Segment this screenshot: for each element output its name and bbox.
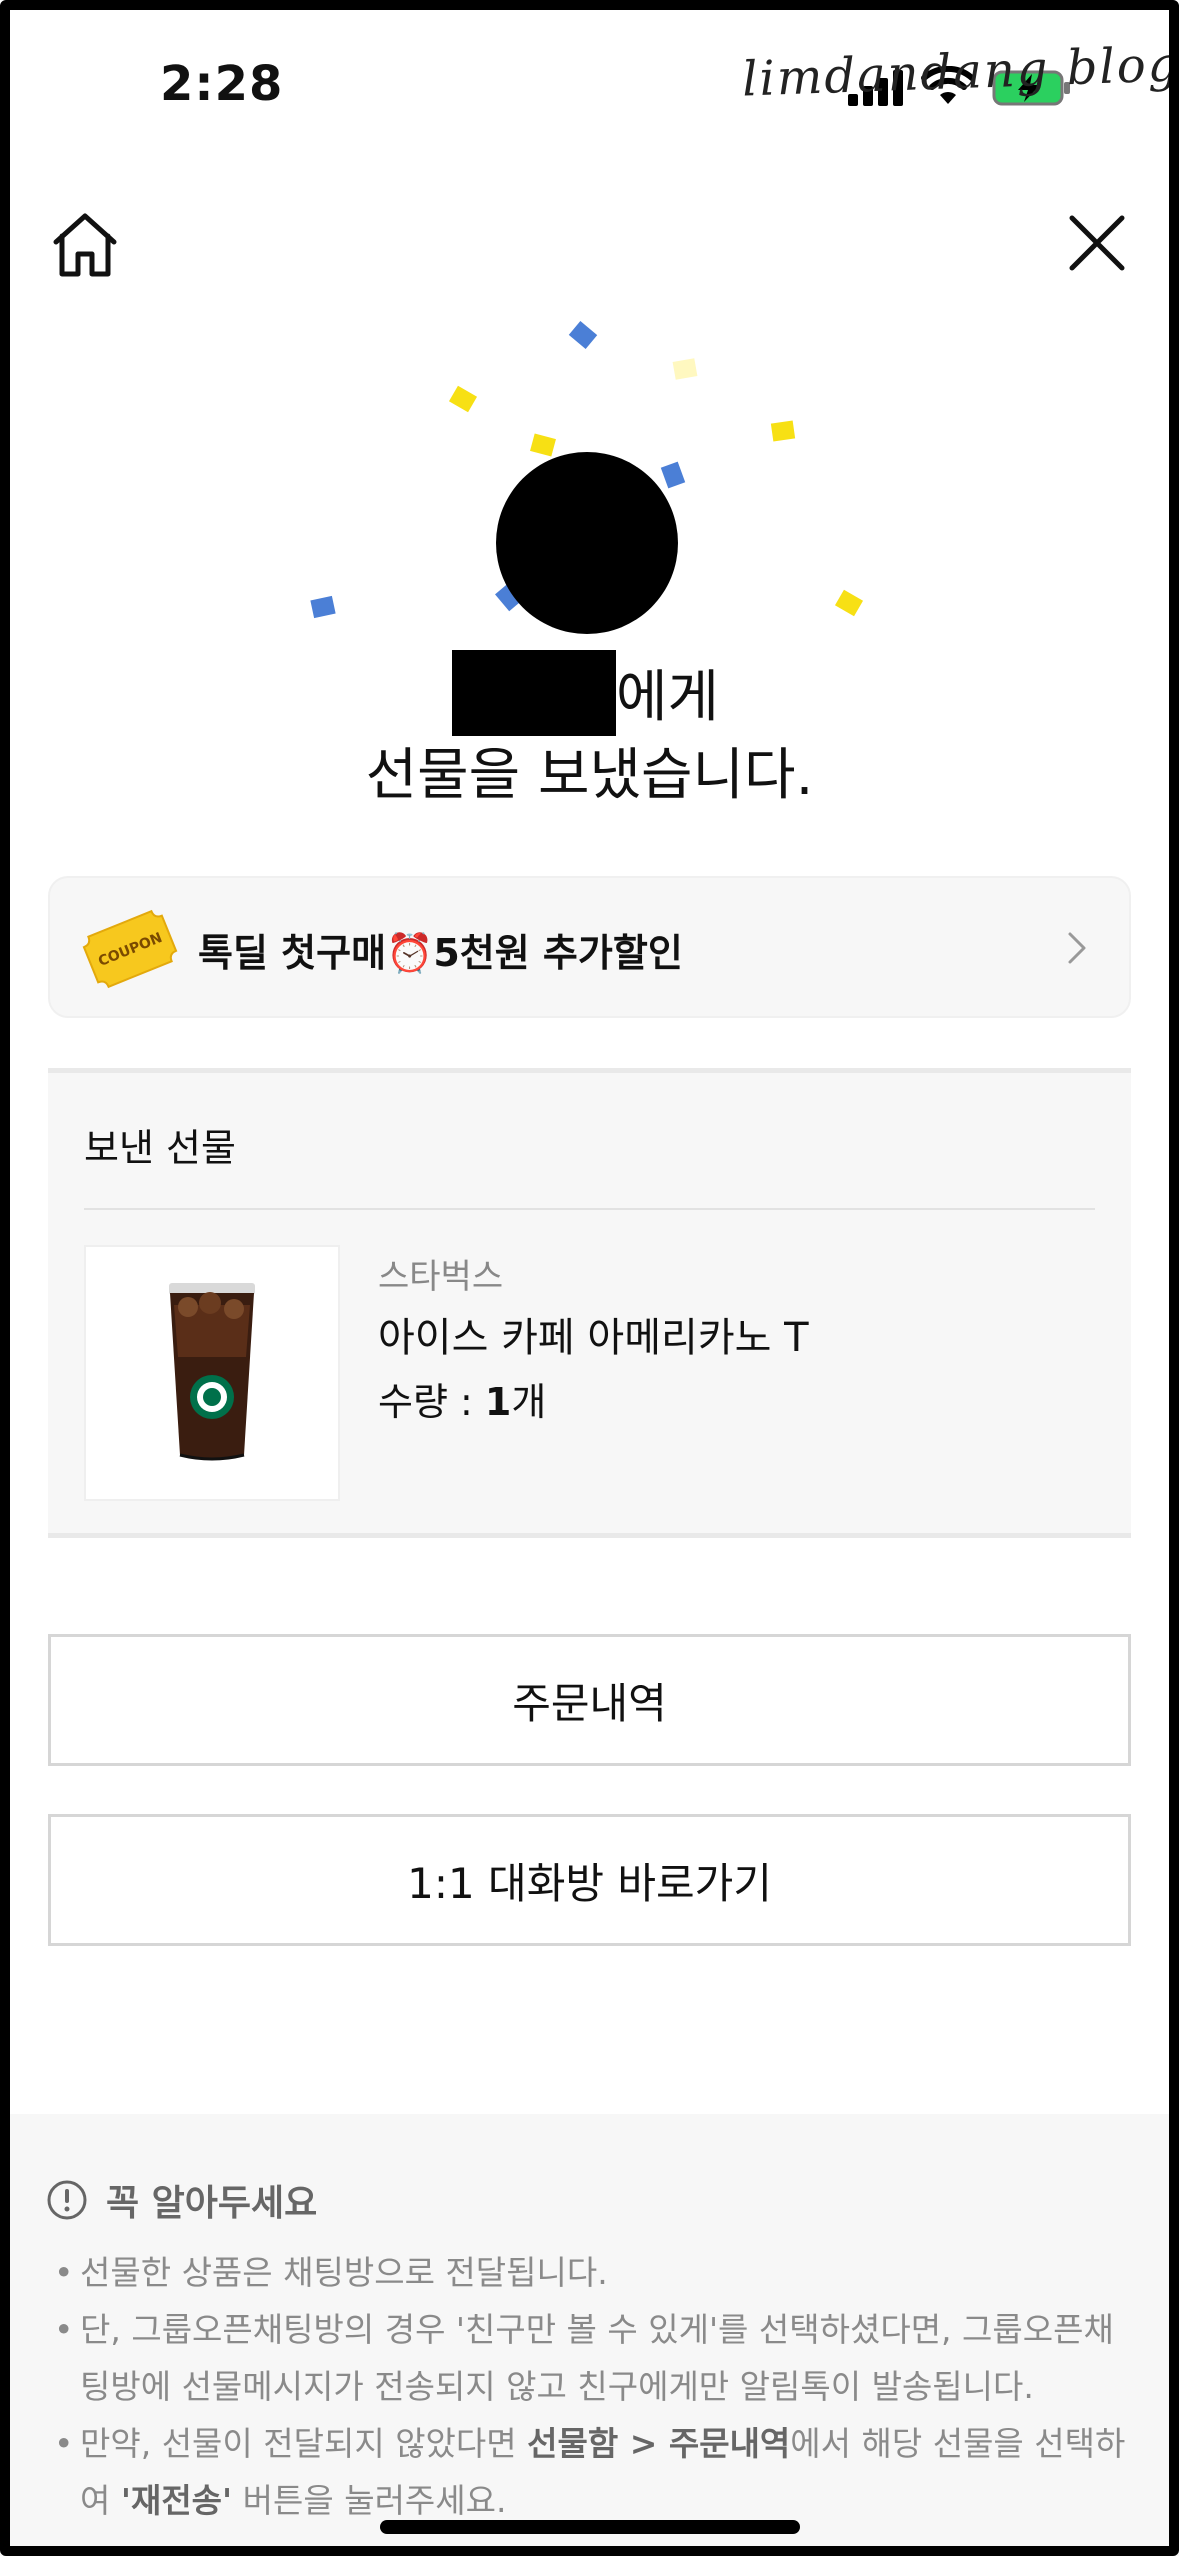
info-icon — [47, 2180, 87, 2220]
notice-header: 꼭 알아두세요 — [46, 2174, 317, 2226]
gift-name: 아이스 카페 아메리카노 T — [378, 1315, 809, 1361]
home-indicator — [380, 2520, 800, 2534]
notice-list: 선물한 상품은 채팅방으로 전달됩니다. 단, 그룹오픈채팅방의 경우 '친구만… — [54, 2244, 1134, 2529]
coupon-icon: COUPON — [82, 909, 178, 989]
chat-shortcut-label: 1:1 대화방 바로가기 — [407, 1858, 772, 1908]
home-icon[interactable] — [48, 208, 122, 282]
notice-item: 단, 그룹오픈채팅방의 경우 '친구만 볼 수 있게'를 선택하셨다면, 그룹오… — [54, 2301, 1134, 2415]
notice-item: 만약, 선물이 전달되지 않았다면 선물함 > 주문내역에서 해당 선물을 선택… — [54, 2415, 1134, 2529]
notice-emphasis: '재전송' — [120, 2481, 233, 2520]
divider — [84, 1208, 1095, 1210]
watermark: limdandang blog — [741, 36, 1179, 108]
confetti-piece — [834, 589, 864, 617]
close-icon[interactable] — [1062, 208, 1132, 278]
confetti-piece — [770, 420, 796, 442]
qty-value: 1 — [484, 1380, 512, 1424]
promo-banner[interactable]: COUPON 톡딜 첫구매⏰5천원 추가할인 — [48, 876, 1131, 1018]
recipient-suffix: 에게 — [616, 665, 720, 730]
sent-message: 선물을 보냈습니다. — [365, 743, 814, 808]
order-history-label: 주문내역 — [512, 1678, 667, 1728]
iced-americano-image — [169, 1283, 255, 1461]
gift-brand: 스타벅스 — [378, 1257, 504, 1297]
notice-section: 꼭 알아두세요 선물한 상품은 채팅방으로 전달됩니다. 단, 그룹오픈채팅방의… — [0, 2114, 1179, 2556]
sent-gift-title: 보낸 선물 — [84, 1126, 236, 1170]
promo-text: 톡딜 첫구매⏰5천원 추가할인 — [198, 931, 683, 975]
confetti-piece — [530, 433, 556, 457]
qty-label: 수량 : — [378, 1380, 485, 1424]
gift-quantity: 수량 : 1개 — [378, 1371, 546, 1426]
confetti-piece — [568, 321, 598, 349]
confetti-piece — [448, 385, 478, 413]
recipient-avatar — [496, 452, 678, 634]
order-history-button[interactable]: 주문내역 — [48, 1634, 1131, 1766]
confetti-piece — [660, 461, 686, 489]
notice-text: 버튼을 눌러주세요. — [232, 2481, 507, 2520]
chat-shortcut-button[interactable]: 1:1 대화방 바로가기 — [48, 1814, 1131, 1946]
chevron-right-icon — [1068, 932, 1086, 964]
qty-unit: 개 — [511, 1380, 547, 1424]
recipient-name-redacted — [452, 650, 616, 736]
product-image[interactable] — [84, 1245, 340, 1501]
confetti-piece — [310, 595, 336, 619]
sent-gift-card: 보낸 선물 스타벅스 아이스 카페 아메리카노 T 수량 : 1개 — [48, 1068, 1131, 1538]
notice-title: 꼭 알아두세요 — [106, 2183, 318, 2224]
notice-text: 만약, 선물이 전달되지 않았다면 — [80, 2424, 528, 2463]
notice-item: 선물한 상품은 채팅방으로 전달됩니다. — [54, 2244, 1134, 2301]
status-bar: 2:28 limdandang blog — [0, 0, 1179, 160]
status-time: 2:28 — [160, 56, 284, 112]
notice-emphasis: 선물함 > 주문내역 — [527, 2424, 791, 2463]
confetti-piece — [672, 358, 698, 380]
